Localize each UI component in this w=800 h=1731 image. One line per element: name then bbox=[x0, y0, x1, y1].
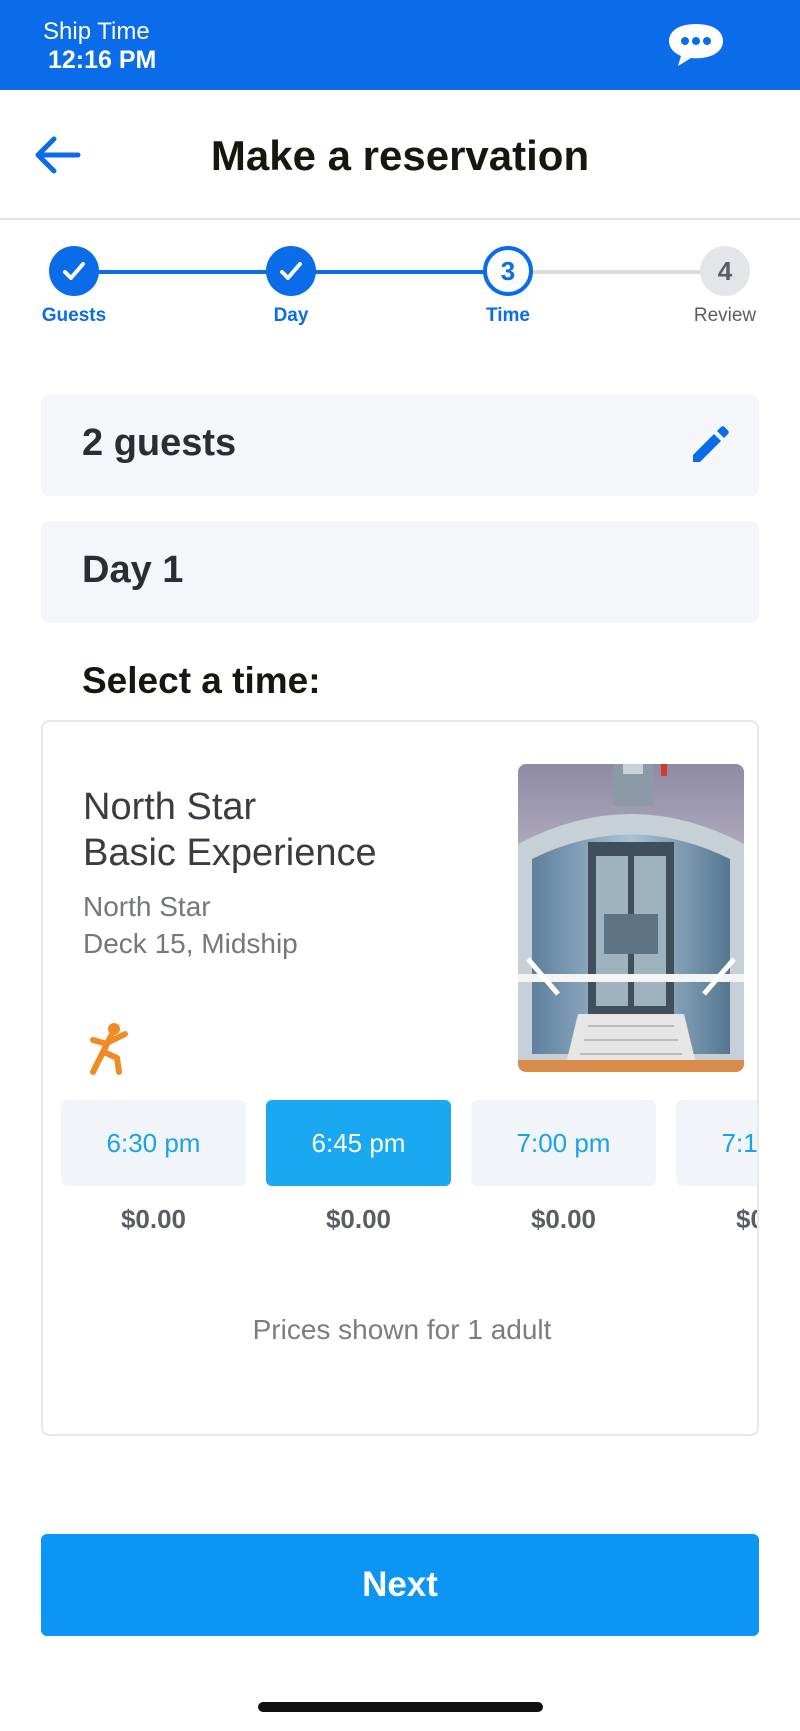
step-time-circle: 3 bbox=[483, 246, 533, 296]
checkmark-icon bbox=[280, 262, 302, 280]
time-slot-price: $0.00 bbox=[120, 1204, 187, 1234]
guests-summary: 2 guests bbox=[82, 422, 237, 464]
experience-title: North Star Basic Experience bbox=[83, 784, 463, 876]
time-slot-price: $0.00 bbox=[735, 1204, 757, 1234]
guests-summary-card[interactable]: 2 guests bbox=[41, 394, 759, 496]
price-note: Prices shown for 1 adult bbox=[252, 1314, 552, 1345]
time-slot-price: $0.00 bbox=[325, 1204, 392, 1234]
progress-stepper: Guests Day 3 Time 4 Review bbox=[0, 220, 800, 340]
venue-location: Deck 15, Midship bbox=[83, 928, 298, 959]
chat-button[interactable] bbox=[666, 20, 726, 70]
time-slot: 6:45 pm $0.00 bbox=[266, 1100, 451, 1235]
chat-bubble-icon bbox=[669, 24, 723, 66]
north-star-capsule-photo bbox=[518, 764, 744, 1072]
day-summary: Day 1 bbox=[82, 549, 184, 591]
experience-card: North Star Basic Experience North Star D… bbox=[41, 720, 759, 1436]
step-review-label: Review bbox=[693, 305, 757, 326]
time-slot: 7:15 pm $0.00 bbox=[676, 1100, 757, 1235]
ship-time-value: 12:16 PM bbox=[48, 46, 157, 74]
running-person-icon bbox=[90, 1023, 128, 1075]
ship-time-label: Ship Time bbox=[43, 18, 150, 45]
experience-title-line2: Basic Experience bbox=[83, 832, 377, 874]
page-title: Make a reservation bbox=[210, 132, 590, 179]
page-header: Make a reservation bbox=[0, 90, 800, 220]
step-guests-circle bbox=[49, 246, 99, 296]
step-day-circle bbox=[266, 246, 316, 296]
checkmark-icon bbox=[63, 262, 85, 280]
time-slot: 6:30 pm $0.00 bbox=[61, 1100, 246, 1235]
step-time-label: Time bbox=[485, 305, 530, 326]
activity-level-badge bbox=[87, 1022, 131, 1076]
time-slot-button[interactable]: 7:15 pm bbox=[676, 1100, 757, 1186]
time-slot-carousel[interactable]: 6:30 pm $0.00 6:45 pm $0.00 7:00 pm $0.0… bbox=[61, 1100, 757, 1260]
next-button[interactable]: Next bbox=[41, 1534, 759, 1636]
experience-title-line1: North Star bbox=[83, 786, 257, 828]
status-bar: Ship Time 12:16 PM bbox=[0, 0, 800, 90]
step-guests-label: Guests bbox=[41, 305, 107, 326]
experience-venue: North Star Deck 15, Midship bbox=[83, 888, 298, 962]
step-day-label: Day bbox=[273, 305, 309, 326]
day-summary-card[interactable]: Day 1 bbox=[41, 521, 759, 623]
time-slot-price: $0.00 bbox=[530, 1204, 597, 1234]
step-review-circle: 4 bbox=[700, 246, 750, 296]
time-slot-button[interactable]: 7:00 pm bbox=[471, 1100, 656, 1186]
venue-name: North Star bbox=[83, 891, 211, 922]
pencil-icon bbox=[693, 426, 729, 462]
time-slot: 7:00 pm $0.00 bbox=[471, 1100, 656, 1235]
home-indicator bbox=[258, 1702, 543, 1712]
select-time-heading: Select a time: bbox=[82, 660, 321, 701]
time-slot-button[interactable]: 6:30 pm bbox=[61, 1100, 246, 1186]
edit-guests-button[interactable] bbox=[687, 422, 733, 468]
time-slot-button-selected[interactable]: 6:45 pm bbox=[266, 1100, 451, 1186]
